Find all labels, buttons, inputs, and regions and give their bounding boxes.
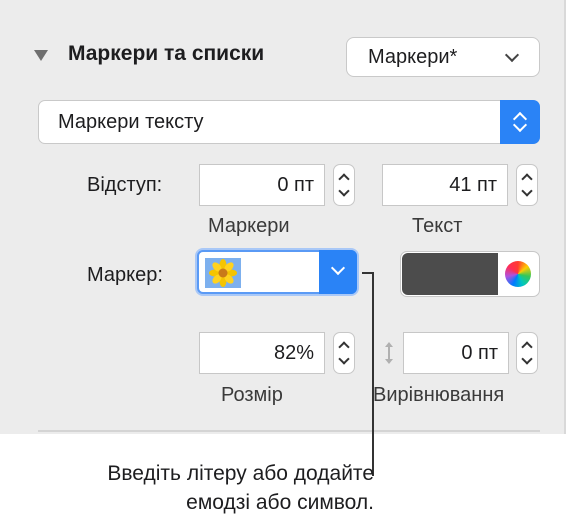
size-value: 82% xyxy=(273,342,314,364)
section-title: Маркери та списки xyxy=(68,42,265,65)
chevron-down-icon xyxy=(330,260,346,276)
bullet-style-menu[interactable]: Маркери* xyxy=(346,37,540,77)
marker-character-field[interactable] xyxy=(197,250,357,294)
text-sublabel: Текст xyxy=(412,215,463,237)
disclosure-triangle-icon[interactable] xyxy=(34,50,48,61)
list-type-popup[interactable]: Маркери тексту xyxy=(38,100,540,144)
alignment-value: 0 пт xyxy=(461,342,498,364)
text-indent-field[interactable]: 41 пт xyxy=(382,164,508,206)
marker-color-well[interactable] xyxy=(400,251,540,297)
vertical-align-icon xyxy=(383,340,395,366)
chevron-down-icon xyxy=(504,47,520,63)
markers-sublabel: Маркери xyxy=(208,215,290,237)
alignment-field[interactable]: 0 пт xyxy=(403,332,509,374)
text-indent-stepper[interactable] xyxy=(516,164,538,206)
callout-line-1: Введіть літеру або додайте xyxy=(107,462,374,485)
color-wheel-icon[interactable] xyxy=(505,261,531,287)
marker-indent-value: 0 пт xyxy=(277,174,314,196)
text-indent-value: 41 пт xyxy=(449,174,497,196)
popup-updown-icon xyxy=(500,100,540,144)
marker-indent-stepper[interactable] xyxy=(333,164,355,206)
callout-line-2: емодзі або символ. xyxy=(186,491,374,514)
alignment-stepper[interactable] xyxy=(516,332,538,374)
bullet-style-label: Маркери* xyxy=(368,46,458,68)
callout-caption: Введіть літеру або додайте емодзі або си… xyxy=(0,459,374,517)
size-stepper[interactable] xyxy=(333,332,355,374)
size-field[interactable]: 82% xyxy=(199,332,325,374)
list-type-value: Маркери тексту xyxy=(58,111,204,133)
size-sublabel: Розмір xyxy=(221,384,283,406)
marker-indent-field[interactable]: 0 пт xyxy=(199,164,325,206)
marker-dropdown-button[interactable] xyxy=(319,250,357,294)
indent-label: Відступ: xyxy=(87,174,163,196)
marker-label: Маркер: xyxy=(87,264,163,286)
color-swatch[interactable] xyxy=(402,253,498,295)
alignment-sublabel: Вирівнювання xyxy=(373,384,505,406)
callout-line-vertical xyxy=(372,272,374,476)
sunflower-icon xyxy=(205,258,241,288)
panel-divider xyxy=(38,430,540,432)
